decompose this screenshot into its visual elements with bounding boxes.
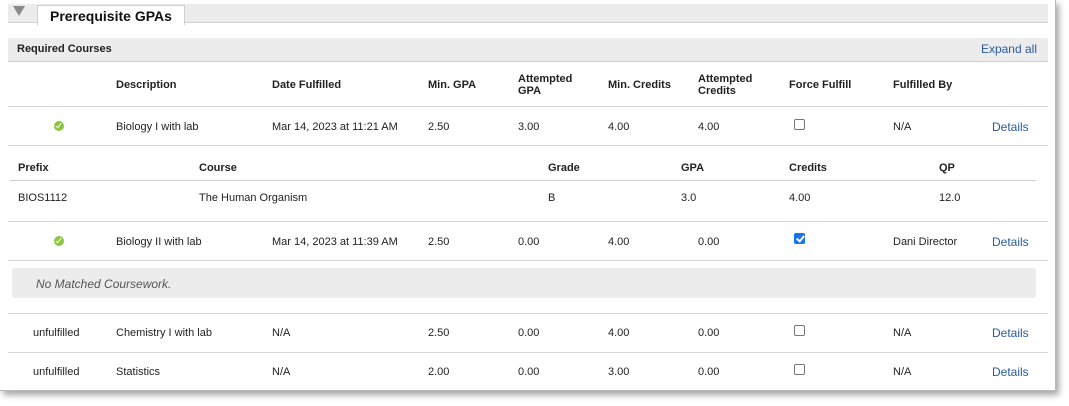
no-match-text: No Matched Coursework.: [36, 277, 172, 291]
force-fulfill-checkbox[interactable]: [794, 364, 805, 375]
row-min-gpa: 2.50: [428, 236, 450, 248]
details-link[interactable]: Details: [992, 235, 1029, 249]
row-description: Statistics: [116, 366, 161, 378]
cw-credits: 4.00: [789, 192, 811, 204]
row-attempted-gpa: 0.00: [518, 327, 540, 339]
row-fulfilled-by: N/A: [893, 366, 912, 378]
cw-gpa: 3.0: [681, 192, 697, 204]
col-attempted-gpa-line1: Attempted: [518, 73, 573, 85]
row-attempted-gpa: 0.00: [518, 366, 540, 378]
sub-col-prefix: Prefix: [18, 162, 49, 174]
collapse-triangle-icon[interactable]: [13, 6, 25, 16]
row-fulfilled-by: N/A: [893, 327, 912, 339]
divider: [8, 313, 1048, 314]
required-courses-header: Required Courses Expand all: [8, 38, 1048, 62]
row-date: Mar 14, 2023 at 11:21 AM: [272, 121, 398, 133]
row-date: Mar 14, 2023 at 11:39 AM: [272, 236, 398, 248]
tab-prerequisite-gpas[interactable]: Prerequisite GPAs: [37, 5, 185, 25]
col-fulfilled-by: Fulfilled By: [893, 79, 953, 91]
force-fulfill-checkbox[interactable]: [794, 233, 805, 244]
row-attempted-credits: 0.00: [698, 236, 720, 248]
no-matched-coursework-box: No Matched Coursework.: [12, 268, 1036, 298]
sub-col-qp: QP: [939, 162, 955, 174]
divider: [8, 352, 1048, 353]
row-attempted-credits: 4.00: [698, 121, 720, 133]
check-icon: [54, 121, 64, 131]
row-attempted-credits: 0.00: [698, 327, 720, 339]
row-description: Chemistry I with lab: [116, 327, 212, 339]
row-attempted-credits: 0.00: [698, 366, 720, 378]
col-force-fulfill: Force Fulfill: [789, 79, 852, 91]
row-date: N/A: [272, 327, 291, 339]
force-fulfill-checkbox[interactable]: [794, 325, 805, 336]
row-fulfilled-by: Dani Director: [893, 236, 958, 248]
col-attempted-credits-line1: Attempted: [698, 73, 753, 85]
expand-all-link[interactable]: Expand all: [981, 42, 1037, 56]
force-fulfill-checkbox[interactable]: [794, 119, 805, 130]
cw-course: The Human Organism: [199, 192, 308, 204]
row-attempted-gpa: 3.00: [518, 121, 540, 133]
row-attempted-gpa: 0.00: [518, 236, 540, 248]
divider: [8, 145, 1048, 146]
row-fulfilled-by: N/A: [893, 121, 912, 133]
row-status: unfulfilled: [33, 366, 80, 378]
row-status: unfulfilled: [33, 327, 80, 339]
prerequisite-gpas-panel: Prerequisite GPAs Required Courses Expan…: [0, 0, 1056, 391]
details-link[interactable]: Details: [992, 326, 1029, 340]
sub-col-course: Course: [199, 162, 237, 174]
row-min-credits: 4.00: [608, 236, 630, 248]
cw-qp: 12.0: [939, 192, 961, 204]
divider: [8, 106, 1048, 107]
details-link[interactable]: Details: [992, 365, 1029, 379]
col-min-credits: Min. Credits: [608, 79, 671, 91]
col-attempted-gpa-line2: GPA: [518, 85, 542, 97]
row-min-gpa: 2.50: [428, 327, 450, 339]
check-icon: [54, 236, 64, 246]
col-description: Description: [116, 79, 177, 91]
col-date-fulfilled: Date Fulfilled: [272, 79, 342, 91]
row-date: N/A: [272, 366, 291, 378]
sub-col-gpa: GPA: [681, 162, 705, 174]
details-link[interactable]: Details: [992, 120, 1029, 134]
sub-col-grade: Grade: [548, 162, 580, 174]
sub-col-credits: Credits: [789, 162, 827, 174]
divider: [10, 180, 1036, 181]
cw-grade: B: [548, 192, 556, 204]
col-min-gpa: Min. GPA: [428, 79, 477, 91]
row-min-credits: 4.00: [608, 121, 630, 133]
row-min-credits: 3.00: [608, 366, 630, 378]
col-attempted-credits-line2: Credits: [698, 85, 736, 97]
divider: [8, 260, 1048, 261]
row-min-gpa: 2.00: [428, 366, 450, 378]
row-description: Biology II with lab: [116, 236, 202, 248]
cw-prefix: BIOS1112: [18, 192, 68, 204]
divider: [8, 221, 1048, 222]
section-title: Required Courses: [17, 43, 112, 55]
row-min-gpa: 2.50: [428, 121, 450, 133]
row-min-credits: 4.00: [608, 327, 630, 339]
row-description: Biology I with lab: [116, 121, 199, 133]
